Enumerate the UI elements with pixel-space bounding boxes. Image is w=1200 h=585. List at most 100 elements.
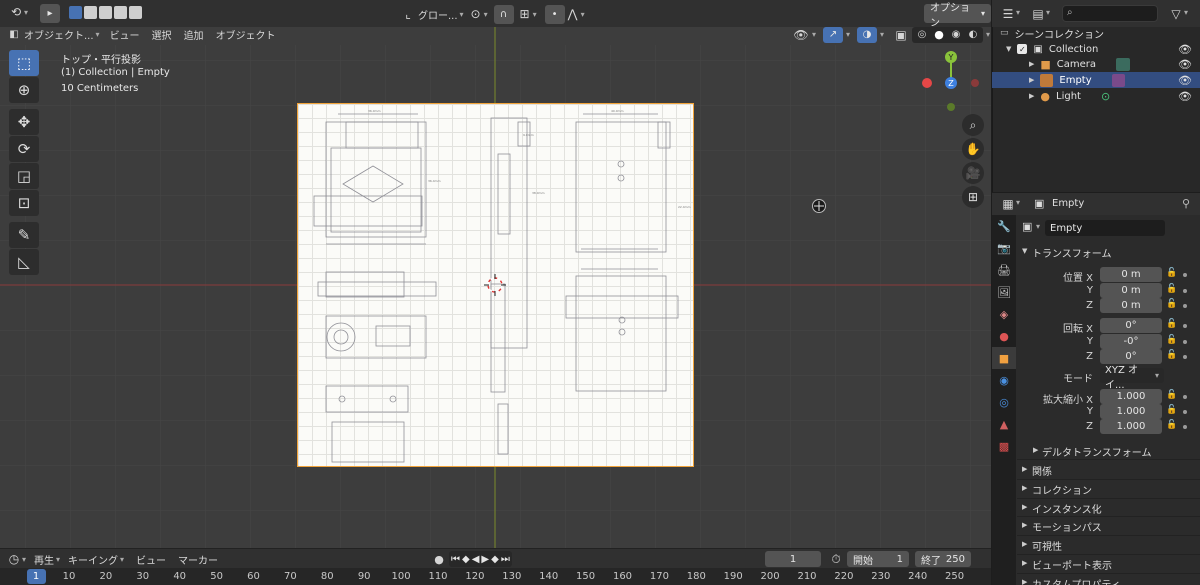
keyframe-dot[interactable] [1183,273,1187,277]
properties-panel-header[interactable]: モーションパス [1032,519,1102,534]
menu-add[interactable]: 追加 [178,27,210,42]
stopwatch-icon[interactable]: ⏱ [828,551,844,567]
expand-arrow-icon[interactable]: ▶ [1022,578,1027,585]
outliner-item-light[interactable]: ▶ ● Light ⊙ 👁 [992,88,1200,104]
physics-tab-icon[interactable]: ◉ [992,369,1016,391]
light-data-icon[interactable]: ⊙ [1101,90,1110,103]
scene-tab-icon[interactable]: ◈ [992,303,1016,325]
lock-icon[interactable]: 🔓 [1166,268,1177,278]
keyframe-dot[interactable] [1183,395,1187,399]
zoom-icon[interactable]: ⌕ [962,114,984,136]
gizmo-toggle-icon[interactable]: ↗ [823,26,844,43]
transform-tool-icon[interactable]: ⊡ [9,190,39,216]
cursor-tool-icon[interactable]: ⊕ [9,77,39,103]
start-frame-field[interactable]: 開始 1 [847,551,909,567]
expand-arrow-icon[interactable]: ▶ [1029,76,1034,84]
eye-icon[interactable]: 👁 [1178,43,1192,56]
properties-panel-header[interactable]: カスタムプロパティ [1032,576,1121,585]
outliner-item-empty[interactable]: ▶ Empty 👁 [992,72,1200,88]
scale-x-field[interactable]: 1.000 [1100,389,1162,404]
properties-panel-header[interactable]: 関係 [1032,463,1052,478]
location-y-field[interactable]: 0 m [1100,283,1162,298]
falloff-icon[interactable]: ⋀ [565,6,581,22]
keyframe-dot[interactable] [1183,324,1187,328]
image-data-icon[interactable] [1111,73,1125,87]
location-z-field[interactable]: 0 m [1100,298,1162,313]
wireframe-shading-icon[interactable]: ◎ [914,27,930,43]
expand-arrow-icon[interactable]: ▶ [1033,446,1038,454]
object-type-icon[interactable]: ▣ [1022,220,1034,234]
location-x-field[interactable]: 0 m [1100,267,1162,282]
data-tab-icon[interactable]: ▲ [992,413,1016,435]
keyframe-dot[interactable] [1183,425,1187,429]
next-keyframe-icon[interactable]: ◆ [491,554,499,565]
filter-icon[interactable]: ▽ [1168,6,1184,22]
object-name-field[interactable]: Empty [1045,220,1165,236]
properties-panel-header[interactable]: ビューポート表示 [1032,557,1112,572]
keyframe-dot[interactable] [1183,355,1187,359]
expand-arrow-icon[interactable]: ▶ [1022,559,1027,567]
select-mode-subtract-icon[interactable] [99,6,112,19]
render-tab-icon[interactable]: 📷 [992,237,1016,259]
marker-menu[interactable]: マーカー [172,552,224,567]
collapse-arrow-icon[interactable]: ▼ [1022,247,1027,255]
visibility-selectability-icon[interactable]: 👁 [793,27,809,43]
timeline-view-menu[interactable]: ビュー [130,552,172,567]
view-layer-tab-icon[interactable]: 🖼 [992,281,1016,303]
output-tab-icon[interactable]: 🖨 [992,259,1016,281]
eye-icon[interactable]: 👁 [1178,90,1192,103]
keyframe-dot[interactable] [1183,289,1187,293]
snap-toggle-icon[interactable]: ∩ [493,4,514,24]
editor-type-icon[interactable]: ⟲ [8,4,24,20]
material-shading-icon[interactable]: ◉ [948,27,964,43]
expand-arrow-icon[interactable]: ▶ [1022,540,1027,548]
scale-tool-icon[interactable]: ◲ [9,163,39,189]
select-tool-icon[interactable]: ▸ [40,4,60,23]
expand-arrow-icon[interactable]: ▶ [1022,465,1027,473]
playback-menu[interactable]: 再生 [32,552,56,567]
object-tab-icon[interactable]: ■ [992,347,1016,369]
rotation-y-field[interactable]: -0° [1100,334,1162,349]
expand-arrow-icon[interactable]: ▶ [1022,521,1027,529]
camera-view-icon[interactable]: 🎥 [962,162,984,184]
end-frame-field[interactable]: 終了 250 [915,551,971,567]
camera-data-icon[interactable] [1116,57,1131,71]
pan-hand-icon[interactable]: ✋ [962,138,984,160]
mode-dropdown[interactable]: オブジェクト... [22,27,96,42]
play-icon[interactable]: ▶ [481,554,489,565]
expand-arrow-icon[interactable]: ▶ [1022,503,1027,511]
properties-panel-header[interactable]: コレクション [1032,482,1092,497]
prev-keyframe-icon[interactable]: ◆ [462,554,470,565]
rendered-shading-icon[interactable]: ◐ [965,27,981,43]
lock-icon[interactable]: 🔓 [1166,405,1177,415]
rotate-tool-icon[interactable]: ⟳ [9,136,39,162]
expand-arrow-icon[interactable]: ▶ [1029,60,1034,68]
properties-editor-type-icon[interactable]: ▦ [1000,196,1016,212]
select-box-tool-icon[interactable]: ⬚ [9,50,39,76]
keyframe-dot[interactable] [1183,340,1187,344]
rotation-x-field[interactable]: 0° [1100,318,1162,333]
properties-panel-header[interactable]: インスタンス化 [1032,501,1102,516]
overlays-toggle-icon[interactable]: ◑ [857,26,878,43]
annotate-tool-icon[interactable]: ✎ [9,222,39,248]
outliner-scene-collection[interactable]: ▭ シーンコレクション [992,25,1200,41]
select-mode-new-icon[interactable] [69,6,82,19]
expand-arrow-icon[interactable]: ▶ [1022,484,1027,492]
rotation-mode-dropdown[interactable]: XYZ オイ... ▾ [1100,365,1164,391]
outliner-search-input[interactable]: ⌕ [1062,5,1158,22]
current-frame-field[interactable]: 1 [765,551,821,567]
outliner-item-camera[interactable]: ▶ ■ Camera 👁 [992,56,1200,72]
properties-panel-header[interactable]: 可視性 [1032,538,1062,553]
tool-tab-icon[interactable]: 🔧 [992,215,1016,237]
lock-icon[interactable]: 🔓 [1166,390,1177,400]
menu-select[interactable]: 選択 [146,27,178,42]
select-mode-invert-icon[interactable] [114,6,127,19]
3d-cursor[interactable] [484,274,506,296]
constraints-tab-icon[interactable]: ◎ [992,391,1016,413]
measure-tool-icon[interactable]: ◺ [9,249,39,275]
pivot-point-icon[interactable]: ⊙ [468,6,484,22]
exclude-checkbox[interactable]: ✓ [1017,44,1028,54]
world-tab-icon[interactable]: ● [992,325,1016,347]
delta-transform-subpanel[interactable]: デルタトランスフォーム [1042,444,1152,459]
outliner-collection[interactable]: ▼ ✓ ▣ Collection 👁 [992,41,1200,57]
